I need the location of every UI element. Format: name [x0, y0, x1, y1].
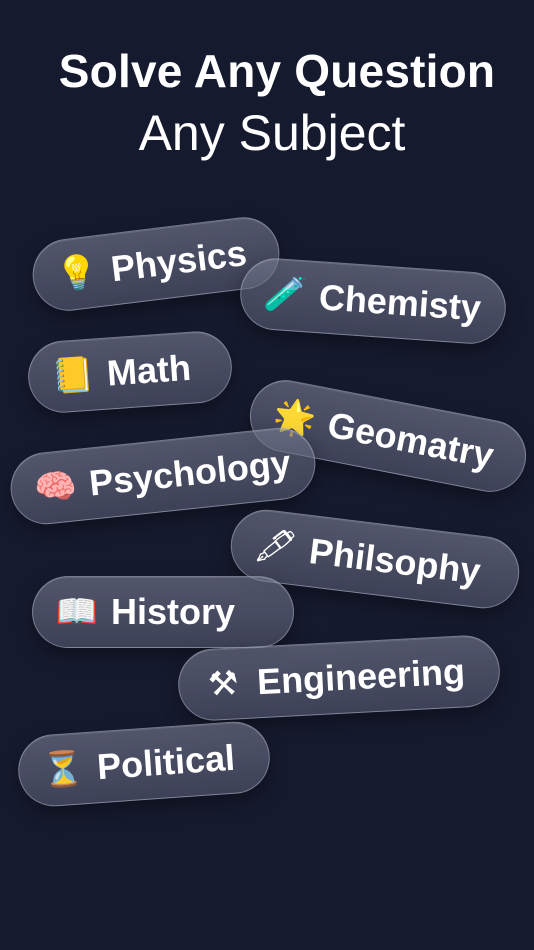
- subject-label: Engineering: [256, 650, 466, 703]
- subject-label: Political: [95, 736, 237, 788]
- notebook-icon: 📒: [50, 354, 96, 398]
- subject-label: Physics: [108, 232, 249, 290]
- hammer-and-pick-icon: ⚒: [206, 663, 240, 705]
- lightbulb-icon: 💡: [54, 251, 102, 297]
- hourglass-icon: ⏳: [40, 748, 86, 792]
- subject-label: Chemisty: [317, 276, 483, 329]
- subject-label: Geomatry: [324, 403, 498, 477]
- open-book-icon: 📖: [55, 592, 99, 632]
- brain-icon: 🧠: [32, 465, 79, 510]
- subject-label: Philsophy: [307, 530, 483, 592]
- subject-label: Psychology: [87, 441, 293, 504]
- subject-pill-history[interactable]: 📖 History: [32, 576, 294, 648]
- subject-label: Math: [105, 346, 193, 394]
- subject-label: History: [111, 591, 236, 632]
- subject-pill-political[interactable]: ⏳ Political: [15, 719, 273, 809]
- page-title: Solve Any Question: [58, 45, 496, 97]
- subject-pill-chemistry[interactable]: 🧪 Chemisty: [237, 255, 509, 347]
- test-tube-icon: 🧪: [262, 273, 308, 317]
- page-subtitle: Any Subject: [138, 105, 406, 161]
- fountain-pen-icon: 🖋: [251, 524, 300, 570]
- subject-pill-engineering[interactable]: ⚒ Engineering: [176, 633, 502, 723]
- subject-pill-math[interactable]: 📒 Math: [25, 328, 235, 416]
